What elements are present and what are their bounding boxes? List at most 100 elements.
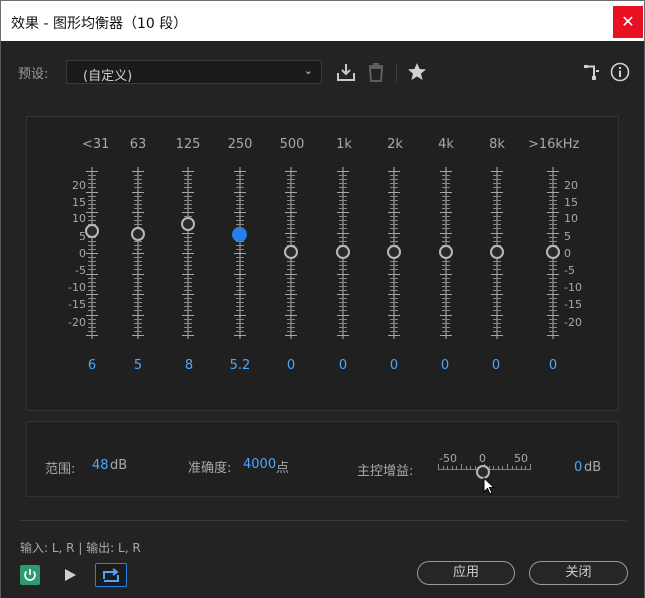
slider-tick <box>491 273 503 275</box>
slider-tick <box>287 224 295 226</box>
slider-tick <box>337 294 349 295</box>
slider-tick <box>442 289 450 291</box>
slider-tick <box>339 306 347 308</box>
band-value[interactable]: 0 <box>374 358 414 373</box>
slider-tick <box>236 306 244 308</box>
band-slider-31[interactable] <box>85 167 99 339</box>
slider-tick <box>390 330 398 332</box>
loop-toggle-button[interactable] <box>95 563 127 587</box>
slider-tick <box>236 261 244 263</box>
slider-tick <box>388 294 400 295</box>
slider-tick <box>390 281 398 283</box>
slider-tick <box>88 302 96 304</box>
band-thumb-1k[interactable] <box>336 245 350 259</box>
band-thumb-4k[interactable] <box>439 245 453 259</box>
slider-tick <box>132 212 144 213</box>
power-toggle-button[interactable] <box>20 565 40 585</box>
window-title: 效果 - 图形均衡器（10 段） <box>11 16 188 32</box>
slider-tick <box>549 261 557 263</box>
apply-button[interactable]: 应用 <box>417 561 515 585</box>
band-slider-125[interactable] <box>181 167 195 339</box>
slider-tick <box>285 171 297 172</box>
band-freq-label: 4k <box>438 137 454 152</box>
band-value[interactable]: 5.2 <box>220 358 260 373</box>
band-thumb-8k[interactable] <box>490 245 504 259</box>
delete-preset-icon[interactable] <box>367 62 385 82</box>
slider-tick <box>390 179 398 181</box>
slider-tick <box>88 277 96 279</box>
gain-tick <box>530 464 531 470</box>
band-value[interactable]: 8 <box>169 358 209 373</box>
slider-tick <box>493 330 501 332</box>
master-gain-value[interactable]: 0 <box>574 460 582 475</box>
slider-tick <box>184 179 192 181</box>
slider-tick <box>285 335 297 336</box>
accuracy-value[interactable]: 4000 <box>243 457 276 472</box>
slider-tick <box>547 294 559 295</box>
band-value[interactable]: 5 <box>118 358 158 373</box>
slider-tick <box>549 175 557 177</box>
slider-tick <box>184 175 192 177</box>
band-freq-label: 63 <box>129 137 147 152</box>
slider-tick <box>491 171 503 172</box>
band-thumb-63[interactable] <box>131 227 145 241</box>
close-button[interactable]: 关闭 <box>529 561 628 585</box>
range-value[interactable]: 48 <box>92 458 109 473</box>
gain-tick <box>442 466 444 470</box>
db-scale-label: -10 <box>68 281 86 294</box>
gain-tick <box>461 464 462 470</box>
slider-tick <box>442 175 450 177</box>
slider-tick <box>493 183 501 185</box>
band-thumb-500[interactable] <box>284 245 298 259</box>
slider-tick <box>134 207 142 209</box>
band-value[interactable]: 0 <box>476 358 516 373</box>
slider-tick <box>184 269 192 271</box>
band-value[interactable]: 0 <box>323 358 363 373</box>
preset-label: 预设: <box>18 67 49 82</box>
slider-tick <box>134 277 142 279</box>
band-value[interactable]: 0 <box>533 358 573 373</box>
slider-tick <box>132 335 144 336</box>
slider-tick <box>442 302 450 304</box>
slider-tick <box>88 289 96 291</box>
band-thumb-31[interactable] <box>85 224 99 238</box>
title-bar: 效果 - 图形均衡器（10 段） ✕ <box>0 0 645 41</box>
slider-tick <box>390 318 398 320</box>
band-thumb-16k[interactable] <box>546 245 560 259</box>
slider-tick <box>491 191 503 193</box>
slider-tick <box>549 195 557 197</box>
play-preview-icon[interactable] <box>63 568 77 582</box>
band-slider-63[interactable] <box>131 167 145 339</box>
preset-dropdown[interactable]: (自定义) ⌄ <box>66 60 322 84</box>
slider-tick <box>132 171 144 172</box>
slider-tick <box>134 289 142 291</box>
band-thumb-250[interactable] <box>232 227 247 242</box>
slider-tick <box>440 314 452 316</box>
slider-tick <box>287 179 295 181</box>
favorite-star-icon[interactable] <box>407 62 427 82</box>
band-slider-250[interactable] <box>233 167 247 339</box>
slider-tick <box>134 261 142 263</box>
band-value[interactable]: 0 <box>425 358 465 373</box>
close-window-button[interactable]: ✕ <box>613 6 643 38</box>
info-icon[interactable] <box>610 62 630 82</box>
slider-tick <box>234 253 246 254</box>
loop-icon <box>103 568 119 582</box>
slider-tick <box>493 285 501 287</box>
band-value[interactable]: 0 <box>271 358 311 373</box>
slider-tick <box>549 203 557 205</box>
band-value[interactable]: 6 <box>72 358 112 373</box>
slider-tick <box>287 203 295 205</box>
band-thumb-2k[interactable] <box>387 245 401 259</box>
routing-icon[interactable] <box>583 63 601 81</box>
band-thumb-125[interactable] <box>181 217 195 231</box>
chevron-down-icon: ⌄ <box>303 64 313 77</box>
slider-tick <box>442 220 450 222</box>
save-preset-icon[interactable] <box>336 62 356 82</box>
gain-tick <box>456 466 458 470</box>
slider-tick <box>493 240 501 242</box>
slider-tick <box>390 326 398 328</box>
slider-tick <box>493 228 501 230</box>
slider-tick <box>236 269 244 271</box>
power-icon <box>24 569 36 581</box>
